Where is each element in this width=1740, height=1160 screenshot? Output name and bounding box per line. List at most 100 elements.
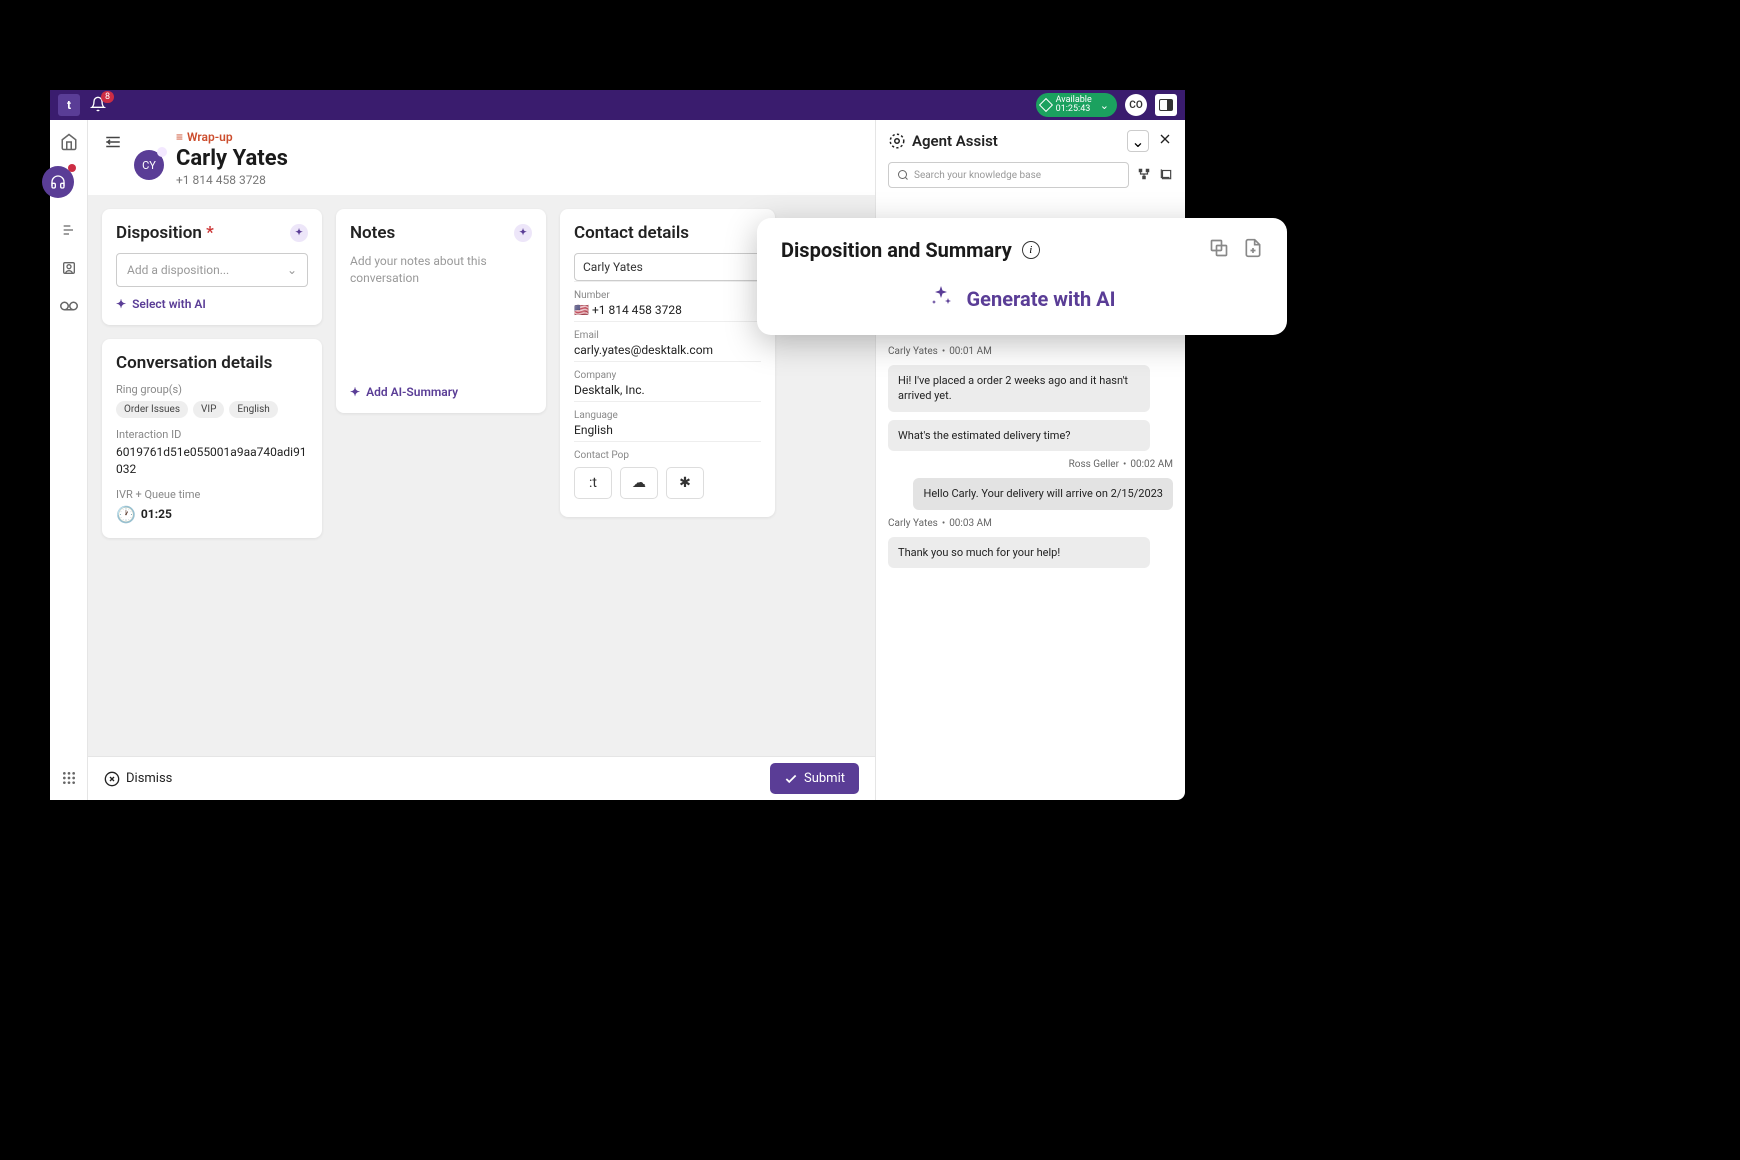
ai-sparkle-icon: ✦ xyxy=(514,224,532,242)
dismiss-label: Dismiss xyxy=(126,771,172,786)
chip: Order Issues xyxy=(116,401,188,418)
notes-textarea[interactable]: Add your notes about this conversation xyxy=(350,253,532,373)
clock-icon: 🕐 xyxy=(116,505,136,524)
disposition-title: Disposition xyxy=(116,223,202,243)
nav-voicemail[interactable] xyxy=(59,296,79,316)
search-icon xyxy=(897,169,909,181)
transcript: Carly Yates • 00:01 AM Hi! I've placed a… xyxy=(876,336,1185,800)
kb-search-input[interactable] xyxy=(888,162,1129,188)
select-with-ai-button[interactable]: ✦ Select with AI xyxy=(116,297,308,311)
chevron-down-icon: ⌄ xyxy=(1100,99,1109,112)
chat-message: Thank you so much for your help! xyxy=(888,537,1150,568)
wrapup-icon: ≡ xyxy=(176,130,183,144)
nav-contacts[interactable] xyxy=(59,258,79,278)
copy-button[interactable] xyxy=(1209,238,1229,262)
left-nav xyxy=(50,120,88,800)
library-icon xyxy=(1159,167,1173,181)
language-value: English xyxy=(574,423,761,437)
info-icon[interactable]: i xyxy=(1022,241,1040,259)
copy-icon xyxy=(1209,238,1229,258)
status-timer: 01:25:43 xyxy=(1056,105,1092,114)
email-label: Email xyxy=(574,330,761,341)
contact-pop-label: Contact Pop xyxy=(574,450,761,461)
user-avatar[interactable]: CO xyxy=(1125,94,1147,116)
contact-header: CY ≡Wrap-up Carly Yates +1 814 458 3728 xyxy=(88,120,875,195)
notification-count: 8 xyxy=(101,91,114,103)
contact-pop-salesforce[interactable]: ☁ xyxy=(620,467,658,499)
notes-card: Notes ✦ Add your notes about this conver… xyxy=(336,209,546,413)
disposition-dropdown[interactable]: Add a disposition... ⌄ xyxy=(116,253,308,287)
sparkle-icon: ✦ xyxy=(116,297,126,311)
required-asterisk: * xyxy=(206,223,214,243)
panel-toggle-button[interactable] xyxy=(1155,94,1177,116)
tree-icon xyxy=(1137,167,1151,181)
close-icon xyxy=(1157,131,1173,147)
submit-button[interactable]: Submit xyxy=(770,763,859,794)
add-summary-label: Add AI-Summary xyxy=(366,385,458,399)
nav-apps[interactable] xyxy=(59,768,79,788)
contact-phone: +1 814 458 3728 xyxy=(176,173,859,187)
ring-groups-label: Ring group(s) xyxy=(116,383,308,396)
app-logo[interactable]: t xyxy=(58,94,80,116)
contact-name: Carly Yates xyxy=(176,146,859,171)
number-value: +1 814 458 3728 xyxy=(592,303,682,317)
language-label: Language xyxy=(574,410,761,421)
interaction-id-label: Interaction ID xyxy=(116,428,308,441)
company-label: Company xyxy=(574,370,761,381)
contact-details-title: Contact details xyxy=(574,223,689,243)
submit-label: Submit xyxy=(804,771,845,786)
generate-with-ai-button[interactable]: Generate with AI xyxy=(781,284,1263,313)
assist-close-button[interactable] xyxy=(1157,131,1173,151)
conv-details-title: Conversation details xyxy=(116,353,272,373)
number-label: Number xyxy=(574,290,761,301)
chat-message: Hello Carly. Your delivery will arrive o… xyxy=(913,478,1173,509)
ivr-time: 01:25 xyxy=(141,507,172,521)
chat-message: Hi! I've placed a order 2 weeks ago and … xyxy=(888,365,1150,412)
headset-icon xyxy=(50,174,66,190)
sparkle-icon xyxy=(929,284,953,313)
nav-active-interaction[interactable] xyxy=(42,166,74,198)
nav-home[interactable] xyxy=(59,132,79,152)
check-icon xyxy=(784,772,798,786)
chevron-down-icon: ⌄ xyxy=(1131,132,1144,151)
kb-library-button[interactable] xyxy=(1159,166,1173,185)
msg-time: 00:03 AM xyxy=(949,518,992,529)
email-value: carly.yates@desktalk.com xyxy=(574,343,761,357)
add-ai-summary-button[interactable]: ✦ Add AI-Summary xyxy=(350,385,532,399)
assist-title: Agent Assist xyxy=(912,132,998,150)
contact-pop-zendesk[interactable]: ✱ xyxy=(666,467,704,499)
search-field[interactable] xyxy=(914,170,1120,181)
msg-time: 00:02 AM xyxy=(1130,459,1173,470)
msg-author: Ross Geller xyxy=(1069,459,1119,470)
close-circle-icon xyxy=(104,771,120,787)
contact-avatar: CY xyxy=(134,150,164,180)
sparkle-icon: ✦ xyxy=(350,385,360,399)
footer-bar: Dismiss Submit xyxy=(88,756,875,800)
generate-label: Generate with AI xyxy=(967,287,1116,311)
ivr-label: IVR + Queue time xyxy=(116,488,308,501)
chevron-down-icon: ⌄ xyxy=(287,263,297,277)
status-selector[interactable]: Available 01:25:43 ⌄ xyxy=(1036,93,1117,117)
chat-message: What's the estimated delivery time? xyxy=(888,420,1150,451)
ai-sparkle-icon: ✦ xyxy=(290,224,308,242)
assist-icon xyxy=(888,132,906,150)
contact-name-input[interactable]: Carly Yates xyxy=(574,253,761,281)
add-note-button[interactable] xyxy=(1243,238,1263,262)
nav-queue[interactable] xyxy=(59,220,79,240)
interaction-id-value: 6019761d51e055001a9aa740adi91032 xyxy=(116,444,308,478)
contact-pop-talkdesk[interactable]: :t xyxy=(574,467,612,499)
status-available-icon xyxy=(1039,98,1053,112)
contact-details-card: Contact details Carly Yates Number 🇺🇸 +1… xyxy=(560,209,775,517)
kb-tree-button[interactable] xyxy=(1137,166,1151,185)
disposition-card: Disposition * ✦ Add a disposition... ⌄ ✦… xyxy=(102,209,322,325)
collapse-sidebar-button[interactable] xyxy=(104,134,122,153)
select-ai-label: Select with AI xyxy=(132,297,206,311)
popup-title: Disposition and Summary xyxy=(781,238,1012,262)
flag-us-icon: 🇺🇸 xyxy=(574,303,589,317)
panel-icon xyxy=(1159,99,1173,111)
msg-author: Carly Yates xyxy=(888,518,938,529)
assist-dropdown[interactable]: ⌄ xyxy=(1127,130,1149,152)
chip: VIP xyxy=(193,401,224,418)
dismiss-button[interactable]: Dismiss xyxy=(104,771,172,787)
notifications-button[interactable]: 8 xyxy=(90,96,106,115)
